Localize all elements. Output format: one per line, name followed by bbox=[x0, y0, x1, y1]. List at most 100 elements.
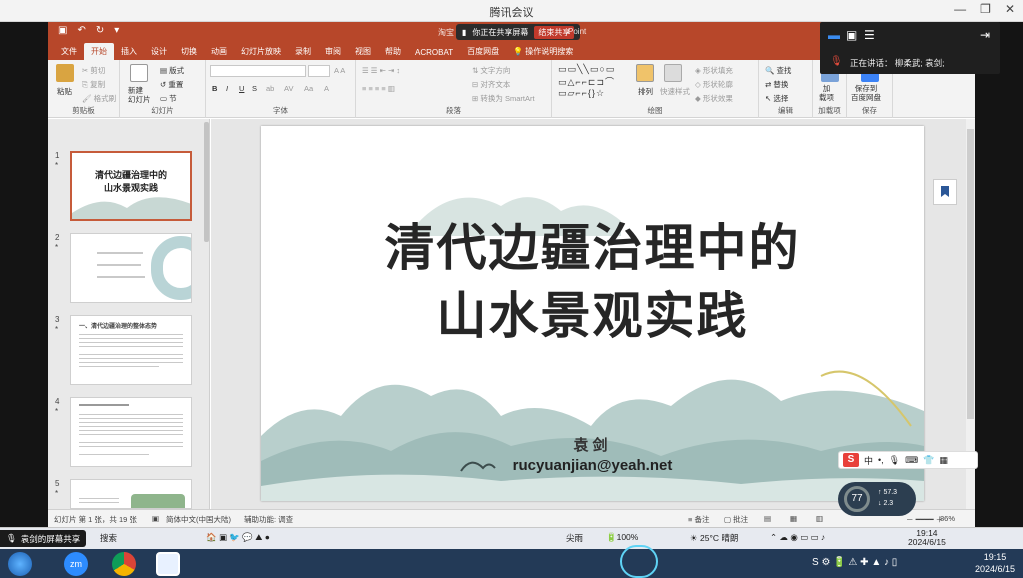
restore-icon[interactable]: ❐ bbox=[980, 2, 991, 16]
arrange-icon[interactable] bbox=[636, 64, 654, 82]
language-status[interactable]: 简体中文(中国大陆) bbox=[166, 514, 231, 525]
reset-button[interactable]: ↺ 重置 bbox=[160, 79, 183, 90]
minimize-icon[interactable]: — bbox=[954, 2, 966, 16]
align-buttons[interactable]: ≡ ≡ ≡ ≡ ▥ bbox=[362, 84, 395, 93]
thumbnail-slide-5[interactable] bbox=[70, 479, 192, 509]
thumbnail-slide-3[interactable]: 一、清代边疆治理的整体态势 bbox=[70, 315, 192, 385]
window-icon[interactable]: ▣ bbox=[846, 28, 857, 42]
zoom-app-icon[interactable]: zm bbox=[64, 552, 88, 576]
thumbnail-slide-1[interactable]: 清代边疆治理中的 山水景观实践 bbox=[70, 151, 192, 221]
find-button[interactable]: 🔍 查找 bbox=[765, 65, 791, 76]
shape-effects-button[interactable]: ◆ 形状效果 bbox=[695, 93, 733, 104]
paste-icon[interactable] bbox=[56, 64, 74, 82]
smartart-button[interactable]: ⊞ 转换为 SmartArt bbox=[472, 93, 535, 104]
normal-view-icon[interactable]: ▤ bbox=[764, 514, 771, 523]
save-to-baidu-button[interactable]: 保存到 百度网盘 bbox=[851, 84, 881, 102]
tab-insert[interactable]: 插入 bbox=[114, 43, 144, 60]
weather-widget[interactable]: ☀ 25°C 晴朗 bbox=[690, 532, 738, 544]
layout-button[interactable]: ▤ 版式 bbox=[160, 65, 184, 76]
text-direction-button[interactable]: ⇅ 文字方向 bbox=[472, 65, 510, 76]
new-slide-button[interactable]: 新建 幻灯片 bbox=[128, 86, 151, 104]
thumbnail-slide-2[interactable] bbox=[70, 233, 192, 303]
align-text-button[interactable]: ⊟ 对齐文本 bbox=[472, 79, 510, 90]
tell-me-search[interactable]: 💡 操作说明搜索 bbox=[506, 43, 580, 60]
tab-animations[interactable]: 动画 bbox=[204, 43, 234, 60]
bookmark-icon[interactable] bbox=[933, 179, 957, 205]
arrange-button[interactable]: 排列 bbox=[638, 86, 653, 97]
char-spacing-button[interactable]: AV bbox=[284, 84, 293, 93]
replace-button[interactable]: ⇄ 替换 bbox=[765, 79, 788, 90]
screen-record-indicator[interactable] bbox=[620, 545, 658, 578]
redo-icon[interactable]: ↻ bbox=[96, 25, 104, 36]
shape-fill-button[interactable]: ◈ 形状填充 bbox=[695, 65, 733, 76]
change-case-button[interactable]: Aa bbox=[304, 84, 313, 93]
inner-search[interactable]: 搜索 bbox=[100, 532, 117, 544]
notes-button[interactable]: ≡ 备注 bbox=[688, 514, 709, 525]
tab-view[interactable]: 视图 bbox=[348, 43, 378, 60]
inner-app-icons[interactable]: 🏠 ▣ 🐦 💬 ⛰ ● bbox=[206, 532, 270, 543]
bold-button[interactable]: B bbox=[212, 84, 217, 93]
comments-button[interactable]: ▢ 批注 bbox=[724, 514, 748, 525]
italic-button[interactable]: I bbox=[226, 84, 228, 93]
grow-font-icon[interactable]: A A bbox=[334, 66, 345, 75]
quick-styles-icon[interactable] bbox=[664, 64, 682, 82]
tab-record[interactable]: 录制 bbox=[288, 43, 318, 60]
customize-icon[interactable]: ▾ bbox=[114, 25, 119, 36]
thumbnail-scrollbar[interactable] bbox=[204, 122, 209, 242]
menu-icon[interactable]: ☰ bbox=[864, 28, 875, 42]
strikethrough-button[interactable]: ab bbox=[266, 84, 274, 93]
tab-slideshow[interactable]: 幻灯片放映 bbox=[234, 43, 288, 60]
tab-file[interactable]: 文件 bbox=[54, 43, 84, 60]
tab-design[interactable]: 设计 bbox=[144, 43, 174, 60]
zoom-level[interactable]: 86% bbox=[940, 514, 955, 523]
sorter-view-icon[interactable]: ▦ bbox=[790, 514, 797, 523]
format-painter-button[interactable]: 🖌 格式刷 bbox=[82, 93, 116, 104]
chrome-icon[interactable] bbox=[112, 552, 136, 576]
paste-button[interactable]: 粘贴 bbox=[57, 86, 72, 97]
tab-baidu[interactable]: 百度网盘 bbox=[460, 43, 506, 60]
select-button[interactable]: ↖ 选择 bbox=[765, 93, 788, 104]
current-slide[interactable]: 清代边疆治理中的 山水景观实践 袁剑 rucyuanjian@yeah.net bbox=[261, 126, 924, 501]
tray-icons[interactable]: S ⚙ 🔋 ⚠ ✚ ▲ ♪ ▯ bbox=[812, 557, 897, 568]
punct-icon[interactable]: •, bbox=[878, 455, 884, 465]
shadow-button[interactable]: S bbox=[252, 84, 257, 93]
new-slide-icon[interactable] bbox=[130, 64, 148, 82]
ime-toolbar[interactable]: S 中 •, 🎙 ⌨ 👕 ▦ bbox=[838, 451, 978, 469]
ime-mode[interactable]: 中 bbox=[864, 454, 873, 467]
underline-button[interactable]: U bbox=[239, 84, 244, 93]
bullets-button[interactable]: ☰ ☰ ⇤ ⇥ ↕ bbox=[362, 66, 400, 75]
keyboard-icon[interactable]: ⌨ bbox=[905, 455, 918, 466]
undo-icon[interactable]: ↶ bbox=[77, 25, 85, 36]
quick-styles-button[interactable]: 快速样式 bbox=[660, 86, 690, 97]
font-family-select[interactable] bbox=[210, 65, 306, 77]
tencent-meeting-icon[interactable] bbox=[156, 552, 180, 576]
mic-icon[interactable]: 🎙 bbox=[889, 455, 900, 466]
expand-icon[interactable]: ⇥ bbox=[980, 28, 990, 42]
scroll-thumb[interactable] bbox=[967, 129, 974, 419]
minimize-panel-icon[interactable]: ▬ bbox=[828, 28, 840, 42]
thumbnail-slide-4[interactable] bbox=[70, 397, 192, 467]
close-icon[interactable]: ✕ bbox=[1005, 2, 1015, 16]
shape-outline-button[interactable]: ◇ 形状轮廓 bbox=[695, 79, 733, 90]
system-clock[interactable]: 19:15 2024/6/15 bbox=[975, 551, 1015, 575]
tab-help[interactable]: 帮助 bbox=[378, 43, 408, 60]
toolbox-icon[interactable]: ▦ bbox=[939, 455, 948, 466]
copy-button[interactable]: ⎘ 复制 bbox=[82, 79, 105, 90]
cut-button[interactable]: ✂ 剪切 bbox=[82, 65, 105, 76]
font-size-select[interactable] bbox=[308, 65, 330, 77]
zoom-slider[interactable]: － ━━━━ ＋ bbox=[906, 514, 943, 525]
save-icon[interactable]: ▣ bbox=[58, 25, 67, 36]
start-icon[interactable] bbox=[8, 552, 32, 576]
section-button[interactable]: ▭ 节 bbox=[160, 93, 177, 104]
inner-tray-icons[interactable]: ⌃ ☁ ◉ ▭ ▭ ♪ bbox=[770, 532, 825, 543]
tab-review[interactable]: 审阅 bbox=[318, 43, 348, 60]
accessibility-status[interactable]: 辅助功能: 调查 bbox=[244, 514, 293, 525]
font-color-button[interactable]: A bbox=[324, 84, 329, 93]
tab-transitions[interactable]: 切换 bbox=[174, 43, 204, 60]
reading-view-icon[interactable]: ▥ bbox=[816, 514, 823, 523]
skin-icon[interactable]: 👕 bbox=[923, 455, 934, 466]
shapes-gallery[interactable]: ▭▭╲╲▭○▭ ▭△⌐⌐⊏⊐⌒ ▭▱⌐⌐{}☆ bbox=[558, 64, 615, 99]
addins-button[interactable]: 加 载项 bbox=[819, 84, 834, 102]
spellcheck-icon[interactable]: ▣ bbox=[152, 514, 159, 523]
tab-home[interactable]: 开始 bbox=[84, 43, 114, 60]
